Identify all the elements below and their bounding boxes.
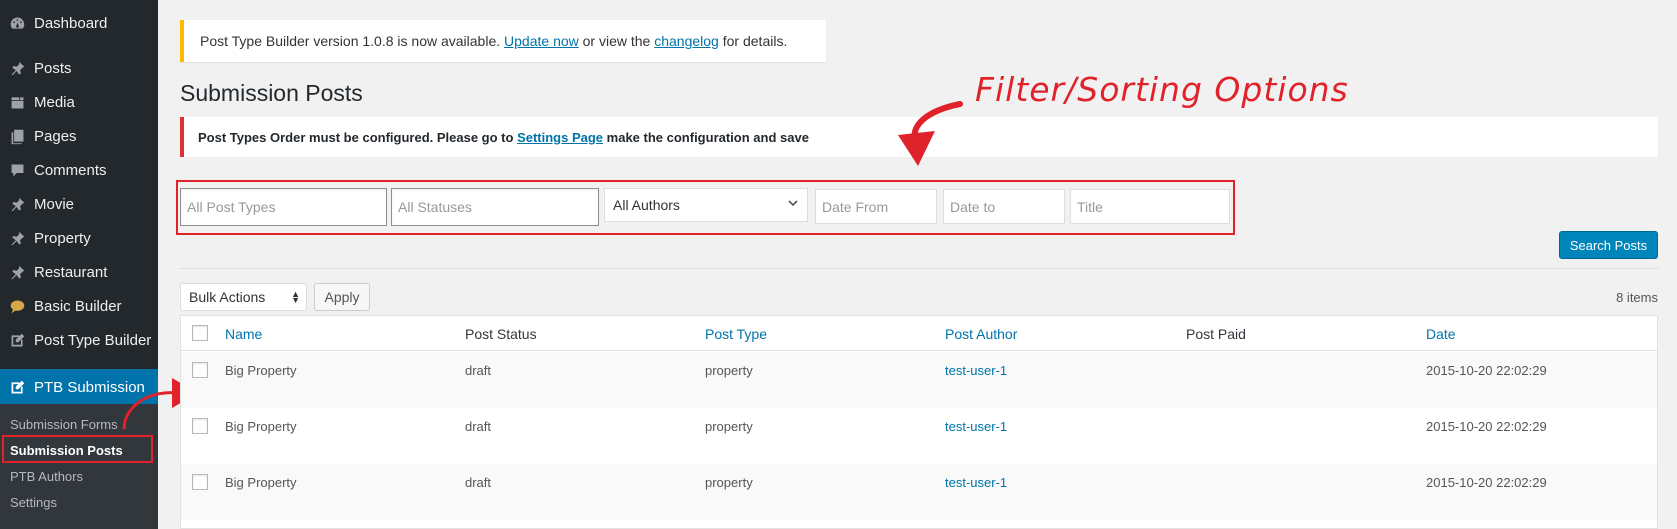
column-post-paid: Post Paid — [1186, 326, 1246, 342]
comment-icon — [0, 162, 34, 179]
divider — [180, 268, 1658, 269]
row-type: property — [705, 419, 753, 434]
row-date: 2015-10-20 22:02:29 — [1426, 363, 1547, 378]
pin-icon — [0, 196, 34, 213]
row-author[interactable]: test-user-1 — [945, 363, 1007, 378]
row-checkbox[interactable] — [192, 474, 208, 490]
row-checkbox[interactable] — [192, 362, 208, 378]
table-row: Big Property draft property test-user-1 … — [181, 464, 1657, 520]
column-post-author[interactable]: Post Author — [945, 326, 1017, 342]
menu-comments-label: Comments — [34, 161, 107, 179]
table-row: Big Property draft property test-user-1 … — [181, 408, 1657, 464]
menu-dashboard[interactable]: Dashboard — [0, 6, 158, 40]
menu-pages[interactable]: Pages — [0, 119, 158, 153]
menu-restaurant[interactable]: Restaurant — [0, 255, 158, 289]
chevron-down-icon — [788, 200, 798, 207]
menu-media-label: Media — [34, 93, 75, 111]
submenu-submission-forms[interactable]: Submission Forms — [10, 417, 118, 432]
updown-arrow-icon: ▲ ▼ — [291, 289, 300, 305]
row-type: property — [705, 475, 753, 490]
posts-table: Name Post Status Post Type Post Author P… — [180, 315, 1658, 529]
menu-dashboard-label: Dashboard — [34, 14, 108, 32]
row-author[interactable]: test-user-1 — [945, 475, 1007, 490]
row-date: 2015-10-20 22:02:29 — [1426, 475, 1547, 490]
row-checkbox[interactable] — [192, 418, 208, 434]
menu-movie-label: Movie — [34, 195, 75, 213]
menu-posts[interactable]: Posts — [0, 51, 158, 85]
title-input[interactable]: Title — [1070, 189, 1230, 224]
menu-post-type-builder[interactable]: Post Type Builder — [0, 323, 158, 357]
submenu-settings[interactable]: Settings — [10, 495, 57, 510]
authors-select[interactable]: All Authors — [604, 188, 808, 222]
date-from-input[interactable]: Date From — [815, 189, 937, 224]
row-name[interactable]: Big Property — [225, 363, 297, 378]
bulk-actions-value: Bulk Actions — [189, 289, 266, 305]
row-type: property — [705, 363, 753, 378]
column-date[interactable]: Date — [1426, 326, 1456, 342]
menu-comments[interactable]: Comments — [0, 153, 158, 187]
update-notice-end: for details. — [722, 33, 788, 49]
row-status: draft — [465, 363, 492, 378]
select-all-checkbox[interactable] — [192, 325, 208, 341]
pages-icon — [0, 128, 34, 145]
configuration-notice: Post Types Order must be configured. Ple… — [180, 117, 1658, 157]
update-notice-text: Post Type Builder version 1.0.8 is now a… — [200, 33, 501, 49]
pin-icon — [0, 230, 34, 247]
media-icon — [0, 94, 34, 111]
menu-ptb-submission[interactable]: PTB Submission — [0, 369, 158, 405]
row-date: 2015-10-20 22:02:29 — [1426, 419, 1547, 434]
bulk-actions-select[interactable]: Bulk Actions ▲ ▼ — [180, 283, 307, 311]
menu-pages-label: Pages — [34, 127, 77, 145]
table-header: Name Post Status Post Type Post Author P… — [181, 316, 1657, 351]
page-title: Submission Posts — [180, 80, 363, 106]
menu-restaurant-label: Restaurant — [34, 263, 108, 281]
menu-ptb-submission-label: PTB Submission — [34, 378, 145, 396]
table-row: Big Property draft property test-user-1 … — [181, 352, 1657, 408]
row-name[interactable]: Big Property — [225, 419, 297, 434]
row-status: draft — [465, 475, 492, 490]
speech-bubble-icon — [0, 298, 34, 315]
submenu-ptb-authors[interactable]: PTB Authors — [10, 469, 83, 484]
date-to-input[interactable]: Date to — [943, 189, 1065, 224]
configuration-notice-text: Post Types Order must be configured. Ple… — [198, 129, 514, 145]
menu-media[interactable]: Media — [0, 85, 158, 119]
menu-basic-builder[interactable]: Basic Builder — [0, 289, 158, 323]
menu-movie[interactable]: Movie — [0, 187, 158, 221]
configuration-notice-end: make the configuration and save — [606, 129, 809, 145]
pin-icon — [0, 60, 34, 77]
menu-posts-label: Posts — [34, 59, 72, 77]
edit-icon — [0, 332, 34, 349]
column-post-status: Post Status — [465, 326, 537, 342]
changelog-link[interactable]: changelog — [654, 33, 719, 49]
search-posts-button[interactable]: Search Posts — [1559, 231, 1658, 259]
row-name[interactable]: Big Property — [225, 475, 297, 490]
edit-icon — [0, 379, 34, 396]
row-status: draft — [465, 419, 492, 434]
annotation-label: Filter/Sorting Options — [975, 70, 1349, 109]
pin-icon — [0, 264, 34, 281]
authors-select-value: All Authors — [613, 197, 680, 213]
post-types-filter[interactable]: All Post Types — [180, 188, 387, 226]
menu-property[interactable]: Property — [0, 221, 158, 255]
column-post-type[interactable]: Post Type — [705, 326, 767, 342]
ptb-submission-submenu: Submission Forms Submission Posts PTB Au… — [0, 404, 158, 529]
row-author[interactable]: test-user-1 — [945, 419, 1007, 434]
items-count: 8 items — [1616, 290, 1658, 305]
settings-page-link[interactable]: Settings Page — [517, 130, 603, 145]
dashboard-icon — [0, 15, 34, 32]
update-now-link[interactable]: Update now — [504, 33, 579, 49]
menu-post-type-builder-label: Post Type Builder — [34, 331, 152, 349]
update-notice-mid: or view the — [582, 33, 651, 49]
column-name[interactable]: Name — [225, 326, 262, 342]
highlight-box-submission-posts — [2, 435, 153, 463]
apply-button[interactable]: Apply — [314, 283, 370, 311]
update-notice: Post Type Builder version 1.0.8 is now a… — [180, 20, 826, 62]
menu-property-label: Property — [34, 229, 91, 247]
menu-basic-builder-label: Basic Builder — [34, 297, 122, 315]
statuses-filter[interactable]: All Statuses — [391, 188, 599, 226]
